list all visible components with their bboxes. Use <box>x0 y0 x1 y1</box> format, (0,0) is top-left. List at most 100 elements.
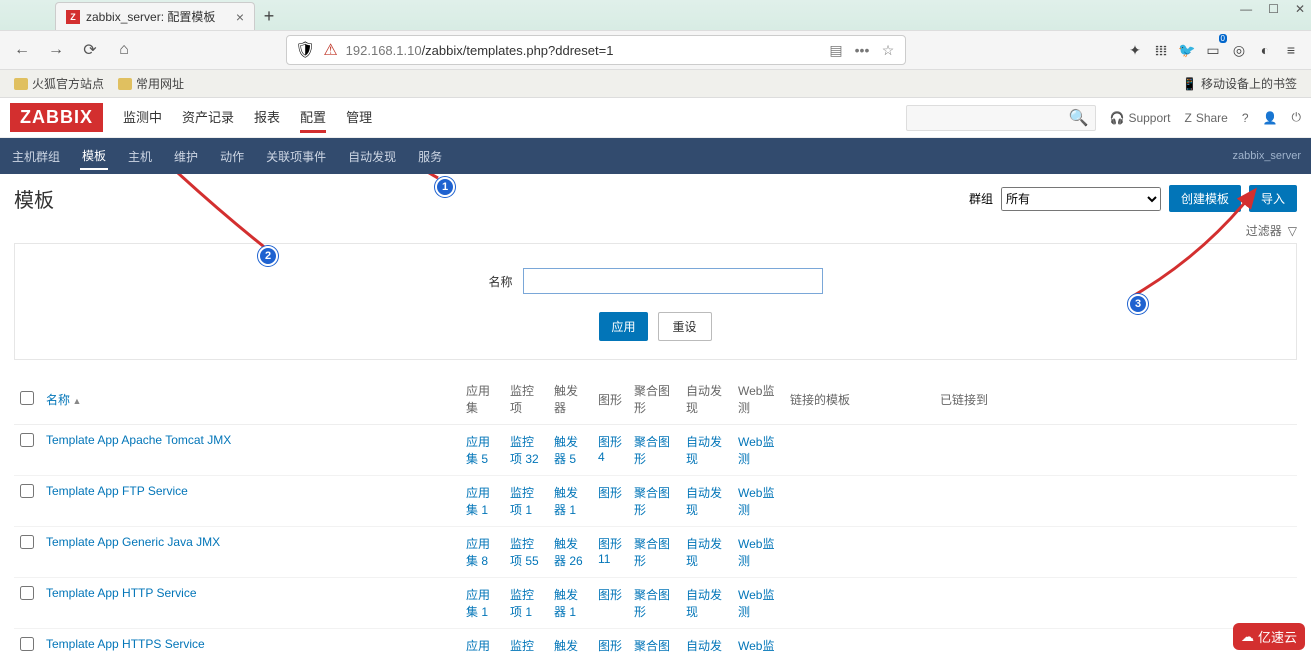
template-name-link[interactable]: Template App Generic Java JMX <box>46 535 220 549</box>
menu-administration[interactable]: 管理 <box>346 103 372 133</box>
discovery-link[interactable]: 自动发现 <box>686 486 722 517</box>
row-checkbox[interactable] <box>20 433 34 447</box>
apps-link[interactable]: 应用集 1 <box>466 486 490 517</box>
menu-configuration[interactable]: 配置 <box>300 103 326 133</box>
apps-link[interactable]: 应用集 5 <box>466 435 490 466</box>
discovery-link[interactable]: 自动发现 <box>686 537 722 568</box>
new-tab-button[interactable]: + <box>255 2 283 30</box>
user-icon[interactable]: 👤 <box>1263 111 1278 125</box>
extension-icon-3[interactable]: ◐ <box>1255 40 1275 60</box>
graphs-link[interactable]: 图形 11 <box>598 537 622 566</box>
row-checkbox[interactable] <box>20 586 34 600</box>
subnav-maintenance[interactable]: 维护 <box>172 144 200 169</box>
items-link[interactable]: 监控项 55 <box>510 537 539 568</box>
subnav-discovery[interactable]: 自动发现 <box>346 144 398 169</box>
extension-icon[interactable]: ▭0 <box>1203 40 1223 60</box>
triggers-link[interactable]: 触发器 1 <box>554 486 578 517</box>
apps-link[interactable]: 应用集 1 <box>466 588 490 619</box>
discovery-link[interactable]: 自动发现 <box>686 588 722 619</box>
import-button[interactable]: 导入 <box>1249 185 1297 212</box>
graphs-link[interactable]: 图形 4 <box>598 435 622 464</box>
apps-link[interactable]: 应用集 1 <box>466 639 490 654</box>
lock-warning-icon[interactable]: ⚠ <box>323 40 337 60</box>
apps-link[interactable]: 应用集 8 <box>466 537 490 568</box>
bookmark-mobile[interactable]: 📱移动设备上的书签 <box>1182 75 1297 92</box>
menu-monitoring[interactable]: 监测中 <box>123 103 162 133</box>
subnav-hostgroups[interactable]: 主机群组 <box>10 144 62 169</box>
screens-link[interactable]: 聚合图形 <box>634 435 670 466</box>
web-link[interactable]: Web监测 <box>738 639 774 654</box>
tab-close-icon[interactable]: × <box>236 9 244 25</box>
filter-name-input[interactable] <box>523 268 823 294</box>
subnav-hosts[interactable]: 主机 <box>126 144 154 169</box>
subnav-correlation[interactable]: 关联项事件 <box>264 144 328 169</box>
triggers-link[interactable]: 触发器 5 <box>554 435 578 466</box>
template-name-link[interactable]: Template App FTP Service <box>46 484 188 498</box>
select-all-checkbox[interactable] <box>20 391 34 405</box>
menu-inventory[interactable]: 资产记录 <box>182 103 234 133</box>
minimize-icon[interactable]: — <box>1240 2 1252 16</box>
group-select[interactable]: 所有 <box>1001 187 1161 211</box>
web-link[interactable]: Web监测 <box>738 435 774 466</box>
subnav-templates[interactable]: 模板 <box>80 143 108 170</box>
back-icon[interactable]: ← <box>10 38 34 62</box>
triggers-link[interactable]: 触发器 1 <box>554 639 578 654</box>
row-checkbox[interactable] <box>20 484 34 498</box>
menu-icon[interactable]: ≡ <box>1281 40 1301 60</box>
screens-link[interactable]: 聚合图形 <box>634 639 670 654</box>
items-link[interactable]: 监控项 1 <box>510 486 534 517</box>
shield-icon[interactable]: 🛡 <box>295 40 315 60</box>
items-link[interactable]: 监控项 1 <box>510 639 534 654</box>
page-actions-icon[interactable]: ••• <box>853 42 871 58</box>
url-input[interactable]: 🛡 ⚠ 192.168.1.10/zabbix/templates.php?dd… <box>286 35 906 65</box>
screens-link[interactable]: 聚合图形 <box>634 486 670 517</box>
screens-link[interactable]: 聚合图形 <box>634 537 670 568</box>
triggers-link[interactable]: 触发器 26 <box>554 537 583 568</box>
template-name-link[interactable]: Template App HTTPS Service <box>46 637 205 651</box>
bookmark-item-firefox[interactable]: 火狐官方站点 <box>14 75 104 92</box>
screens-link[interactable]: 聚合图形 <box>634 588 670 619</box>
extension-bird-icon[interactable]: 🐦 <box>1177 40 1197 60</box>
reload-icon[interactable]: ⟳ <box>78 38 102 62</box>
template-name-link[interactable]: Template App Apache Tomcat JMX <box>46 433 231 447</box>
web-link[interactable]: Web监测 <box>738 588 774 619</box>
discovery-link[interactable]: 自动发现 <box>686 435 722 466</box>
forward-icon[interactable]: → <box>44 38 68 62</box>
row-checkbox[interactable] <box>20 637 34 651</box>
global-search[interactable]: 🔍 <box>906 105 1096 131</box>
web-link[interactable]: Web监测 <box>738 537 774 568</box>
items-link[interactable]: 监控项 1 <box>510 588 534 619</box>
bookmark-star-icon[interactable]: ☆ <box>879 42 897 59</box>
row-checkbox[interactable] <box>20 535 34 549</box>
support-link[interactable]: 🎧Support <box>1110 111 1171 125</box>
maximize-icon[interactable]: ☐ <box>1268 2 1279 16</box>
extension-icon-2[interactable]: ◎ <box>1229 40 1249 60</box>
reset-button[interactable]: 重设 <box>658 312 712 341</box>
subnav-actions[interactable]: 动作 <box>218 144 246 169</box>
graphs-link[interactable]: 图形 <box>598 639 622 653</box>
close-window-icon[interactable]: ✕ <box>1295 2 1305 16</box>
web-link[interactable]: Web监测 <box>738 486 774 517</box>
triggers-link[interactable]: 触发器 1 <box>554 588 578 619</box>
items-link[interactable]: 监控项 32 <box>510 435 539 466</box>
menu-reports[interactable]: 报表 <box>254 103 280 133</box>
extension-puzzle-icon[interactable]: ✦ <box>1125 40 1145 60</box>
qr-icon[interactable]: ▤ <box>827 42 845 59</box>
col-name[interactable]: 名称 <box>46 393 81 407</box>
logout-icon[interactable]: ⏻ <box>1292 110 1302 125</box>
help-icon[interactable]: ? <box>1242 111 1249 125</box>
template-name-link[interactable]: Template App HTTP Service <box>46 586 197 600</box>
filter-toggle[interactable]: 过滤器 ▽ <box>1246 222 1297 239</box>
graphs-link[interactable]: 图形 <box>598 588 622 602</box>
browser-tab[interactable]: Z zabbix_server: 配置模板 × <box>55 2 255 30</box>
create-template-button[interactable]: 创建模板 <box>1169 185 1241 212</box>
bookmark-item-common[interactable]: 常用网址 <box>118 75 184 92</box>
home-icon[interactable]: ⌂ <box>112 38 136 62</box>
apply-button[interactable]: 应用 <box>599 312 647 341</box>
subnav-services[interactable]: 服务 <box>416 144 444 169</box>
library-icon[interactable]: 𝍖 <box>1151 40 1171 60</box>
discovery-link[interactable]: 自动发现 <box>686 639 722 654</box>
share-link[interactable]: ZShare <box>1184 111 1227 125</box>
graphs-link[interactable]: 图形 <box>598 486 622 500</box>
zabbix-logo[interactable]: ZABBIX <box>10 103 103 132</box>
